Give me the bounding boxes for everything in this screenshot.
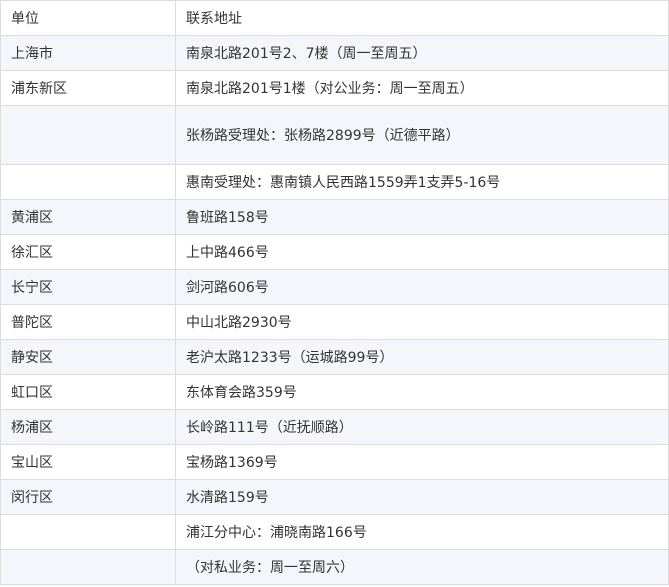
table-row: 惠南受理处：惠南镇人民西路1559弄1支弄5-16号 (0, 164, 669, 200)
unit-cell: 宝山区 (0, 444, 176, 480)
address-cell: 南泉北路201号1楼（对公业务：周一至周五） (175, 70, 669, 106)
table-row: 虹口区 东体育会路359号 (0, 374, 669, 410)
table-row: 杨浦区 长岭路111号（近抚顺路） (0, 409, 669, 445)
unit-cell: 上海市 (0, 35, 176, 71)
table-row: 上海市 南泉北路201号2、7楼（周一至周五） (0, 35, 669, 71)
address-cell: 上中路466号 (175, 234, 669, 270)
table-row: 黄浦区 鲁班路158号 (0, 199, 669, 235)
table-row: 浦东新区 南泉北路201号1楼（对公业务：周一至周五） (0, 70, 669, 106)
address-cell: 东体育会路359号 (175, 374, 669, 410)
unit-cell: 杨浦区 (0, 409, 176, 445)
address-cell: 南泉北路201号2、7楼（周一至周五） (175, 35, 669, 71)
address-cell: 剑河路606号 (175, 269, 669, 305)
unit-cell: 静安区 (0, 339, 176, 375)
table-row: 宝山区 宝杨路1369号 (0, 444, 669, 480)
table-row: （对私业务：周一至周六） (0, 549, 669, 585)
unit-cell: 黄浦区 (0, 199, 176, 235)
table-row: 长宁区 剑河路606号 (0, 269, 669, 305)
address-cell: 张杨路受理处：张杨路2899号（近德平路） (175, 105, 669, 165)
unit-cell (0, 164, 176, 200)
table-header-row: 单位 联系地址 (0, 0, 669, 36)
table-row: 张杨路受理处：张杨路2899号（近德平路） (0, 105, 669, 165)
address-cell: 惠南受理处：惠南镇人民西路1559弄1支弄5-16号 (175, 164, 669, 200)
header-address: 联系地址 (175, 0, 669, 36)
address-cell: 水清路159号 (175, 479, 669, 515)
table-row: 静安区 老沪太路1233号（运城路99号） (0, 339, 669, 375)
address-cell: 中山北路2930号 (175, 304, 669, 340)
table-row: 普陀区 中山北路2930号 (0, 304, 669, 340)
address-cell: 老沪太路1233号（运城路99号） (175, 339, 669, 375)
unit-cell (0, 549, 176, 585)
address-cell: （对私业务：周一至周六） (175, 549, 669, 585)
unit-cell: 虹口区 (0, 374, 176, 410)
unit-cell: 徐汇区 (0, 234, 176, 270)
unit-cell: 长宁区 (0, 269, 176, 305)
unit-cell (0, 105, 176, 165)
unit-cell: 闵行区 (0, 479, 176, 515)
address-cell: 浦江分中心：浦晓南路166号 (175, 514, 669, 550)
unit-cell: 普陀区 (0, 304, 176, 340)
address-cell: 宝杨路1369号 (175, 444, 669, 480)
unit-cell: 浦东新区 (0, 70, 176, 106)
table-row: 闵行区 水清路159号 (0, 479, 669, 515)
table-row: 浦江分中心：浦晓南路166号 (0, 514, 669, 550)
table-row: 徐汇区 上中路466号 (0, 234, 669, 270)
address-cell: 鲁班路158号 (175, 199, 669, 235)
address-cell: 长岭路111号（近抚顺路） (175, 409, 669, 445)
header-unit: 单位 (0, 0, 176, 36)
unit-cell (0, 514, 176, 550)
address-table: 单位 联系地址 上海市 南泉北路201号2、7楼（周一至周五） 浦东新区 南泉北… (0, 0, 669, 585)
